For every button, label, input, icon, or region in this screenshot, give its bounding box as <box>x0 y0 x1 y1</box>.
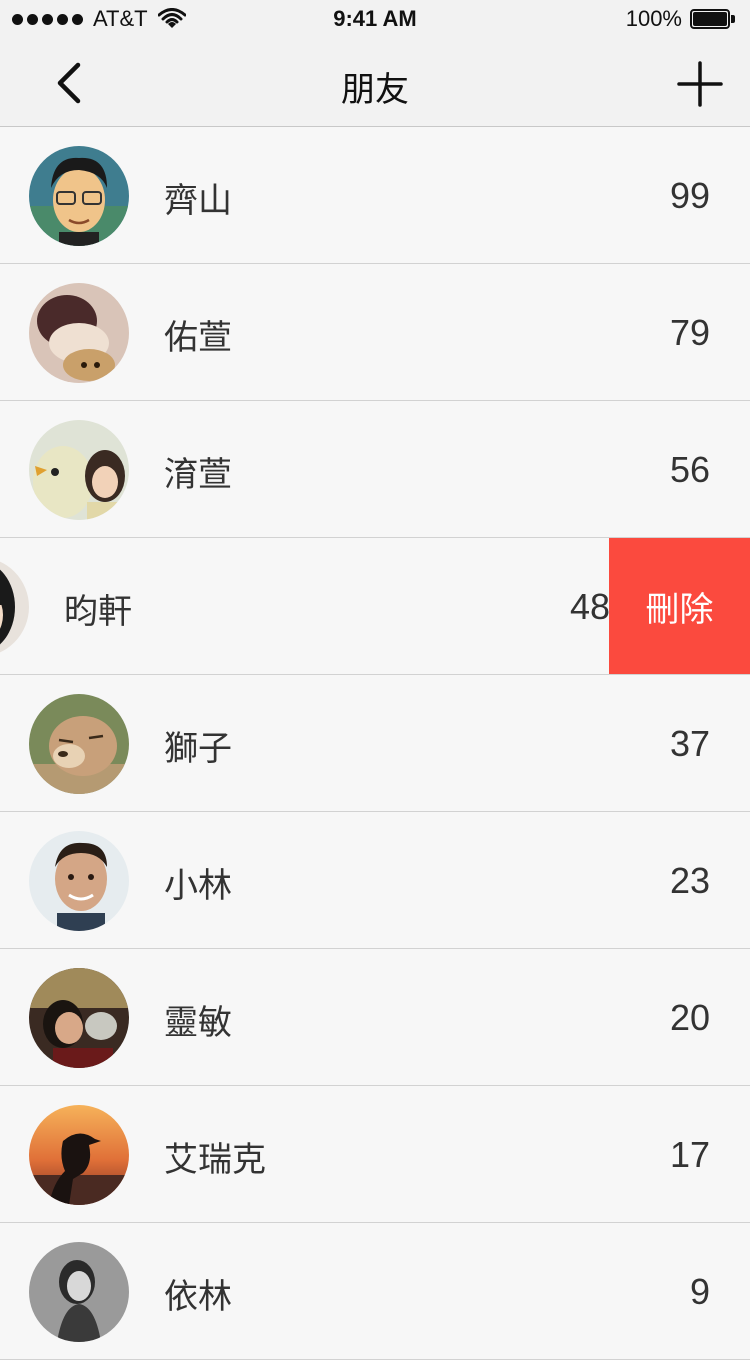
battery-icon <box>690 9 736 29</box>
friend-row[interactable]: 依林 9 <box>0 1223 750 1360</box>
avatar <box>29 831 129 931</box>
friend-count: 9 <box>689 1271 710 1312</box>
friend-name: 依林 <box>164 1278 232 1316</box>
add-friend-button[interactable] <box>672 56 728 112</box>
friend-name: 淯萱 <box>164 456 232 494</box>
page-title: 朋友 <box>341 71 409 109</box>
friend-row[interactable]: 佑萱 79 <box>0 264 750 401</box>
navigation-bar: 朋友 <box>0 40 750 127</box>
friend-count: 48 <box>569 586 610 627</box>
friend-row[interactable]: 獅子 37 <box>0 675 750 812</box>
avatar <box>29 420 129 520</box>
avatar <box>0 557 29 657</box>
friend-count: 79 <box>669 312 710 353</box>
avatar <box>29 146 129 246</box>
friend-row[interactable]: 靈敏 20 <box>0 949 750 1086</box>
delete-button[interactable]: 刪除 <box>609 538 750 674</box>
avatar <box>29 1242 129 1342</box>
friend-name: 艾瑞克 <box>164 1141 266 1179</box>
avatar <box>29 283 129 383</box>
avatar <box>29 968 129 1068</box>
friend-name: 齊山 <box>164 182 232 220</box>
friend-row[interactable]: 齊山 99 <box>0 127 750 264</box>
friend-row[interactable]: 小林 23 <box>0 812 750 949</box>
friend-list: 齊山 99 佑萱 79 淯萱 56 昀軒 48 刪除 獅子 37 小林 23 靈… <box>0 127 750 1360</box>
friend-name: 獅子 <box>164 730 232 768</box>
status-bar: AT&T 9:41 AM 100% <box>0 0 750 40</box>
friend-name: 小林 <box>164 867 232 905</box>
friend-count: 56 <box>669 449 710 490</box>
avatar <box>29 694 129 794</box>
friend-count: 17 <box>669 1134 710 1175</box>
friend-count: 99 <box>669 175 710 216</box>
status-right: 100% <box>626 6 736 32</box>
friend-row[interactable]: 艾瑞克 17 <box>0 1086 750 1223</box>
friend-name: 靈敏 <box>164 1004 232 1042</box>
friend-count: 37 <box>669 723 710 764</box>
friend-name: 昀軒 <box>64 593 132 631</box>
avatar <box>29 1105 129 1205</box>
chevron-left-icon <box>57 62 81 104</box>
friend-row[interactable]: 淯萱 56 <box>0 401 750 538</box>
friend-row[interactable]: 昀軒 48 刪除 <box>0 538 750 675</box>
friend-count: 23 <box>669 860 710 901</box>
plus-icon <box>677 61 723 107</box>
battery-percentage: 100% <box>625 6 682 31</box>
back-button[interactable] <box>44 58 94 108</box>
friend-name: 佑萱 <box>164 319 232 357</box>
friend-count: 20 <box>669 997 710 1038</box>
